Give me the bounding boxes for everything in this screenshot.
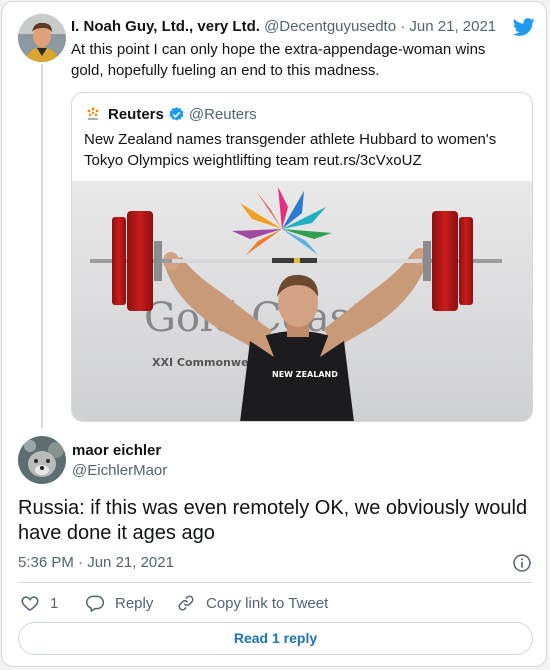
tweet-time[interactable]: 5:36 PM <box>18 554 74 571</box>
avatar[interactable] <box>18 436 66 484</box>
weightlifting-photo[interactable]: Gold Coast XXI Commonwealth NEW ZEALAND <box>72 181 532 422</box>
separator-dot: · <box>400 18 406 35</box>
read-replies-button[interactable]: Read 1 reply <box>18 622 533 655</box>
avatar[interactable] <box>18 14 66 62</box>
link-icon <box>178 595 194 611</box>
reply-label: Reply <box>115 594 154 612</box>
like-count: 1 <box>50 594 59 612</box>
divider <box>18 582 532 583</box>
quoted-tweet-header: Reuters @Reuters <box>84 105 257 123</box>
author-handle[interactable]: @Decentguyusedto <box>264 18 396 35</box>
reply-tweet-text: Russia: if this was even remotely OK, we… <box>18 497 528 544</box>
twitter-bird-icon[interactable] <box>511 16 537 38</box>
quoted-tweet[interactable]: Reuters @Reuters New Zealand names trans… <box>71 92 533 422</box>
thread-connector-line <box>41 64 43 428</box>
shirt-text: NEW ZEALAND <box>272 370 338 379</box>
copy-link-label: Copy link to Tweet <box>206 594 329 612</box>
embedded-tweet-card: I. Noah Guy, Ltd., very Ltd. @Decentguyu… <box>1 1 547 667</box>
tweet-timestamp[interactable]: 5:36 PM · Jun 21, 2021 <box>18 554 174 571</box>
reply-button[interactable]: Reply <box>85 592 153 614</box>
separator-dot: · <box>78 554 84 571</box>
copy-link-button[interactable]: Copy link to Tweet <box>176 592 328 614</box>
quoted-tweet-text: New Zealand names transgender athlete Hu… <box>84 131 497 169</box>
info-icon[interactable] <box>512 553 532 573</box>
like-button[interactable]: 1 <box>20 592 58 614</box>
reply-author-handle[interactable]: @EichlerMaor <box>72 462 167 479</box>
tweet-date[interactable]: Jun 21, 2021 <box>87 554 174 571</box>
parent-tweet-text: At this point I can only hope the extra-… <box>71 41 486 79</box>
quoted-author-name: Reuters <box>108 105 164 123</box>
reply-icon <box>85 595 105 612</box>
quoted-author-handle: @Reuters <box>188 105 257 123</box>
parent-tweet-header: I. Noah Guy, Ltd., very Ltd. @Decentguyu… <box>71 18 496 35</box>
heart-icon <box>21 596 39 611</box>
tweet-date-link[interactable]: Jun 21, 2021 <box>409 18 496 35</box>
author-name[interactable]: I. Noah Guy, Ltd., very Ltd. <box>71 18 260 35</box>
reply-author-name[interactable]: maor eichler <box>72 442 161 459</box>
reuters-logo-icon <box>84 105 102 123</box>
verified-badge-icon <box>169 106 184 121</box>
